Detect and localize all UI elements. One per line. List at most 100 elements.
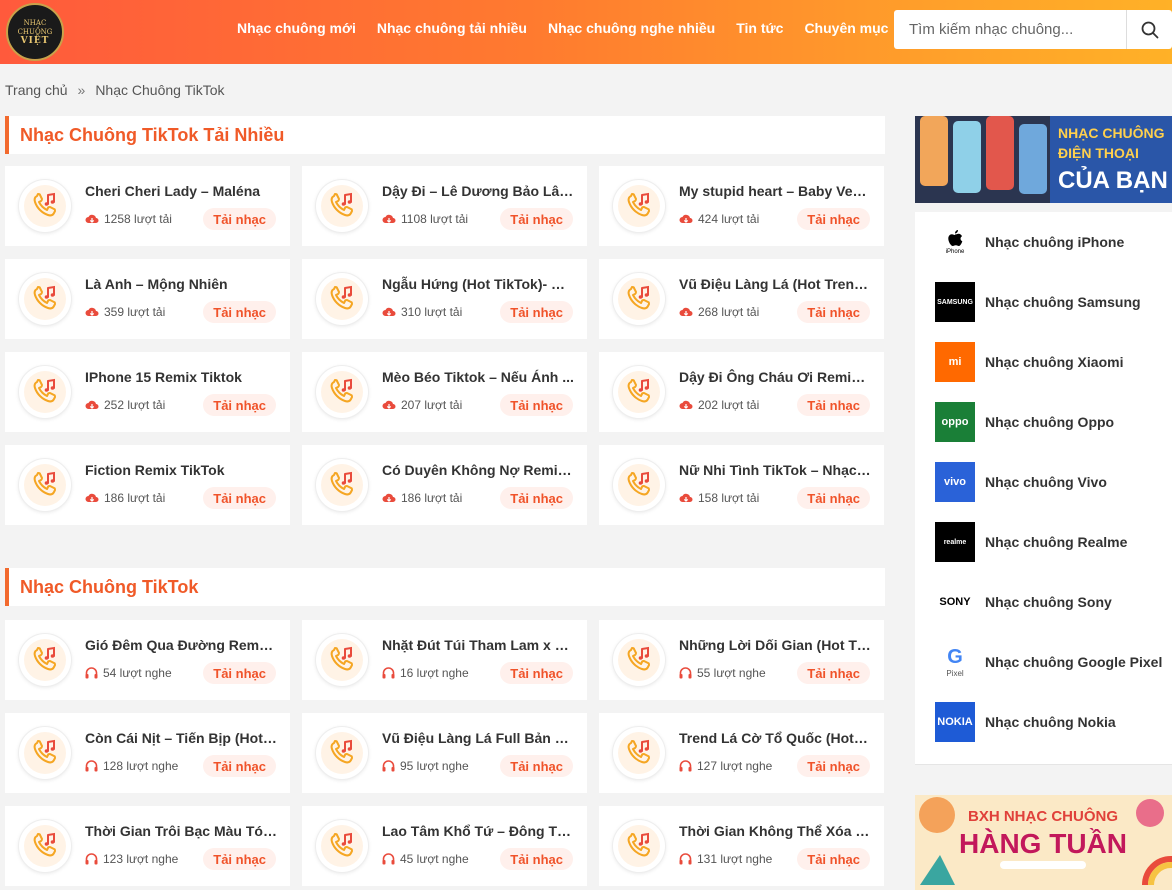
ringtone-title[interactable]: Gió Đêm Qua Đường Remix (... [85,637,277,653]
download-cloud-icon [85,306,99,318]
brand-item[interactable]: mi Nhạc chuông Xiaomi [935,342,1123,382]
download-button[interactable]: Tải nhạc [797,755,870,777]
nav-categories[interactable]: Chuyên mục⌄ [804,20,902,36]
breadcrumb-separator: » [77,82,86,98]
stat-count: 55 lượt nghe [697,666,766,680]
stat-count: 186 lượt tải [104,491,166,505]
ringtone-card[interactable]: Gió Đêm Qua Đường Remix (... 54 lượt nghe… [5,620,290,700]
ringtone-card[interactable]: Lao Tâm Khổ Tứ – Đông Tha... 45 lượt nghe… [302,806,587,886]
ringtone-card[interactable]: Dậy Đi – Lê Dương Bảo Lâm ... 1108 lượt t… [302,166,587,246]
ringtone-card[interactable]: Fiction Remix TikTok 186 lượt tải Tải nhạc [5,445,290,525]
ringtone-icon [19,634,71,686]
ringtone-card[interactable]: IPhone 15 Remix Tiktok 252 lượt tải Tải nh… [5,352,290,432]
ringtone-title[interactable]: Có Duyên Không Nợ Remix (... [382,462,574,478]
download-cloud-icon [679,492,693,504]
ringtone-title[interactable]: Fiction Remix TikTok [85,462,277,478]
stat-count: 16 lượt nghe [400,666,469,680]
phones-banner-graphic: NHẠC CHUÔNG ĐIỆN THOẠI CỦA BẠN [915,116,1172,203]
search-input[interactable] [894,10,1126,49]
ringtone-title[interactable]: Mèo Béo Tiktok – Nếu Ánh ... [382,369,574,385]
ringtone-title[interactable]: Lao Tâm Khổ Tứ – Đông Tha... [382,823,574,839]
brand-item[interactable]: NOKIA Nhạc chuông Nokia [935,702,1116,742]
ringtone-card[interactable]: Thời Gian Không Thể Xóa Nh... 131 lượt ng… [599,806,884,886]
breadcrumb-home[interactable]: Trang chủ [5,82,68,98]
ringtone-card[interactable]: Là Anh – Mộng Nhiên 359 lượt tải Tải nhạc [5,259,290,339]
download-button[interactable]: Tải nhạc [500,301,573,323]
brand-item[interactable]: SAMSUNG Nhạc chuông Samsung [935,282,1141,322]
ringtone-card[interactable]: Mèo Béo Tiktok – Nếu Ánh ... 207 lượt tải… [302,352,587,432]
ringtone-title[interactable]: Nhặt Đút Túi Tham Lam x Cò... [382,637,574,653]
download-button[interactable]: Tải nhạc [797,301,870,323]
download-button[interactable]: Tải nhạc [203,394,276,416]
ringtone-title[interactable]: Thời Gian Trôi Bạc Màu Tóc ... [85,823,277,839]
brand-item[interactable]: SONY Nhạc chuông Sony [935,582,1112,622]
site-logo[interactable]: NHẠC CHUÔNG VIỆT [6,3,64,61]
ringtone-title[interactable]: Dậy Đi Ông Cháu Ơi Remix (... [679,369,871,385]
ringtone-title[interactable]: Cheri Cheri Lady – Maléna [85,183,277,199]
brand-logo-icon: iPhone [935,222,975,262]
download-button[interactable]: Tải nhạc [797,487,870,509]
download-button[interactable]: Tải nhạc [797,394,870,416]
ringtone-card[interactable]: Cheri Cheri Lady – Maléna 1258 lượt tải Tả… [5,166,290,246]
ringtone-title[interactable]: Dậy Đi – Lê Dương Bảo Lâm ... [382,183,574,199]
nav-most-downloaded[interactable]: Nhạc chuông tải nhiều [377,20,527,36]
nav-new-ringtones[interactable]: Nhạc chuông mới [237,20,356,36]
ringtone-card[interactable]: Có Duyên Không Nợ Remix (... 186 lượt tải… [302,445,587,525]
ringtone-title[interactable]: Nữ Nhi Tình TikTok – Nhạc P... [679,462,871,478]
ringtone-title[interactable]: Còn Cái Nịt – Tiến Bịp (Hot T... [85,730,277,746]
download-button[interactable]: Tải nhạc [797,848,870,870]
download-button[interactable]: Tải nhạc [203,301,276,323]
banner-text-2: ĐIỆN THOẠI [1058,144,1139,161]
nav-news[interactable]: Tin tức [736,20,783,36]
sidebar-banner[interactable]: NHẠC CHUÔNG ĐIỆN THOẠI CỦA BẠN [915,116,1172,203]
ringtone-card[interactable]: Ngẫu Hứng (Hot TikTok)- Ho... 310 lượt tả… [302,259,587,339]
download-button[interactable]: Tải nhạc [500,755,573,777]
ringtone-card[interactable]: Những Lời Dối Gian (Hot Tik... 55 lượt ng… [599,620,884,700]
ringtone-title[interactable]: Vũ Điệu Làng Lá Full Bản Gốc [382,730,574,746]
ringtone-card[interactable]: Trend Lá Cờ Tổ Quốc (Hot Ti... 127 lượt n… [599,713,884,793]
download-button[interactable]: Tải nhạc [203,848,276,870]
ringtone-card[interactable]: Vũ Điệu Làng Lá Full Bản Gốc 95 lượt nghe… [302,713,587,793]
ringtone-title[interactable]: Ngẫu Hứng (Hot TikTok)- Ho... [382,276,574,292]
ringtone-card[interactable]: Vũ Điệu Làng Lá (Hot Trend ... 268 lượt t… [599,259,884,339]
ringtone-title[interactable]: My stupid heart – Baby Vers... [679,183,871,199]
ringtone-card[interactable]: Thời Gian Trôi Bạc Màu Tóc ... 123 lượt n… [5,806,290,886]
stat-count: 128 lượt nghe [103,759,179,773]
download-cloud-icon [85,399,99,411]
brand-item[interactable]: iPhone Nhạc chuông iPhone [935,222,1124,262]
ringtone-title[interactable]: Là Anh – Mộng Nhiên [85,276,277,292]
ringtone-title[interactable]: Những Lời Dối Gian (Hot Tik... [679,637,871,653]
ringtone-card[interactable]: Dậy Đi Ông Cháu Ơi Remix (... 202 lượt tả… [599,352,884,432]
brand-item[interactable]: realme Nhạc chuông Realme [935,522,1127,562]
ringtone-title[interactable]: Vũ Điệu Làng Lá (Hot Trend ... [679,276,871,292]
brand-item[interactable]: oppo Nhạc chuông Oppo [935,402,1114,442]
download-button[interactable]: Tải nhạc [203,487,276,509]
download-button[interactable]: Tải nhạc [500,394,573,416]
stat-count: 268 lượt tải [698,305,760,319]
download-button[interactable]: Tải nhạc [500,848,573,870]
site-header: NHẠC CHUÔNG VIỆT Nhạc chuông mới Nhạc ch… [0,0,1172,64]
ringtone-card[interactable]: My stupid heart – Baby Vers... 424 lượt t… [599,166,884,246]
ringtone-icon [613,459,665,511]
ringtone-card[interactable]: Nữ Nhi Tình TikTok – Nhạc P... 158 lượt t… [599,445,884,525]
download-button[interactable]: Tải nhạc [500,208,573,230]
download-button[interactable]: Tải nhạc [500,662,573,684]
search-button[interactable] [1126,10,1172,49]
ringtone-title[interactable]: Thời Gian Không Thể Xóa Nh... [679,823,871,839]
download-button[interactable]: Tải nhạc [797,662,870,684]
download-button[interactable]: Tải nhạc [203,208,276,230]
download-button[interactable]: Tải nhạc [797,208,870,230]
stat-count: 131 lượt nghe [697,852,773,866]
weekly-chart-banner[interactable]: BXH NHẠC CHUÔNG HÀNG TUẦN [915,795,1172,890]
download-button[interactable]: Tải nhạc [203,755,276,777]
ringtone-card[interactable]: Còn Cái Nịt – Tiến Bịp (Hot T... 128 lượt… [5,713,290,793]
ringtone-card[interactable]: Nhặt Đút Túi Tham Lam x Cò... 16 lượt ngh… [302,620,587,700]
download-button[interactable]: Tải nhạc [500,487,573,509]
brand-item[interactable]: vivo Nhạc chuông Vivo [935,462,1107,502]
download-cloud-icon [679,213,693,225]
nav-most-listened[interactable]: Nhạc chuông nghe nhiều [548,20,715,36]
ringtone-title[interactable]: Trend Lá Cờ Tổ Quốc (Hot Ti... [679,730,871,746]
download-button[interactable]: Tải nhạc [203,662,276,684]
ringtone-title[interactable]: IPhone 15 Remix Tiktok [85,369,277,385]
brand-item[interactable]: G Pixel Nhạc chuông Google Pixel [935,642,1162,682]
